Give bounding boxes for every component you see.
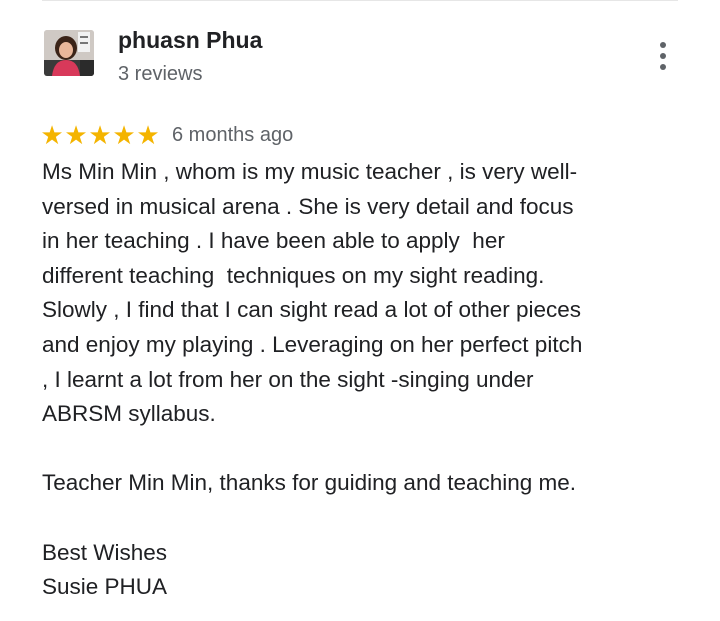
review-text-line: Ms Min Min , whom is my music teacher , …	[42, 159, 578, 184]
review-text-line: and enjoy my playing . Leveraging on her…	[42, 331, 583, 357]
review-text-line: Teacher Min Min, thanks for guiding and …	[42, 470, 577, 496]
review-text-line: Slowly , I find that I can sight read a …	[42, 297, 582, 323]
star-icon: ★	[136, 120, 160, 150]
star-icon: ★	[112, 120, 136, 150]
review-count[interactable]: 3 reviews	[118, 63, 202, 86]
review-text-line: , I learnt a lot from her on the sight -…	[42, 366, 534, 392]
review-text-line: ABRSM syllabus.	[42, 401, 216, 427]
star-rating: ★ ★ ★ ★ ★	[40, 122, 160, 148]
review-time: 6 months ago	[172, 123, 294, 146]
star-icon: ★	[64, 120, 88, 150]
review-card: phuasn Phua 3 reviews ★ ★ ★ ★ ★ 6 months ago…	[0, 0, 720, 621]
review-text-line	[42, 432, 682, 467]
rating-row: ★ ★ ★ ★ ★ 6 months ago	[40, 120, 293, 150]
more-vertical-icon-dot	[660, 64, 666, 70]
review-text: Ms Min Min , whom is my music teacher , …	[42, 155, 682, 605]
reviewer-name[interactable]: phuasn Phua	[118, 27, 262, 54]
review-text-line	[42, 501, 682, 536]
star-icon: ★	[40, 120, 64, 150]
review-text-line: versed in musical arena . She is very de…	[42, 193, 574, 219]
review-text-line: different teaching techniques on my sigh…	[42, 262, 545, 288]
more-vertical-icon-dot	[660, 53, 666, 59]
star-icon: ★	[88, 120, 112, 150]
review-text-line: Best Wishes	[42, 539, 168, 565]
review-text-line: in her teaching . I have been able to ap…	[42, 228, 505, 254]
avatar[interactable]	[44, 30, 94, 76]
more-options-button[interactable]	[650, 40, 678, 72]
review-text-line: Susie PHUA	[42, 574, 168, 600]
more-vertical-icon	[660, 42, 666, 48]
